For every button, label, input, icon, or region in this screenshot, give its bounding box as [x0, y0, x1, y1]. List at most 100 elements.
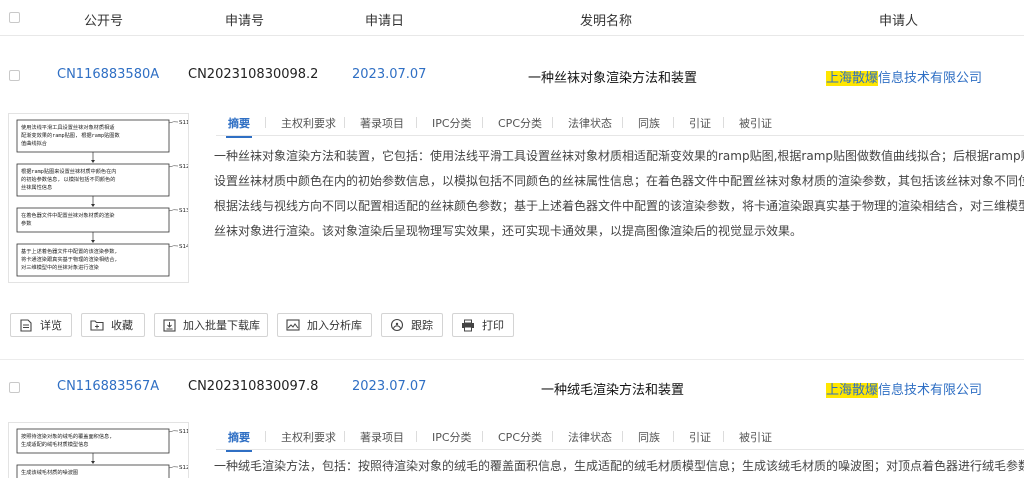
- app-date: 2023.07.07: [352, 379, 427, 394]
- printer-icon: [461, 318, 475, 332]
- flowchart-step-text: 生成适配的绒毛材质模型信息: [21, 440, 88, 448]
- abstract-line: 一种丝袜对象渲染方法和装置，它包括：使用法线平滑工具设置丝袜对象材质相适配渐变效…: [214, 149, 1024, 163]
- tab-separator: [344, 117, 345, 128]
- flowchart-drawing: 按照待渲染对象的绒毛的覆盖面积信息,生成适配的绒毛材质模型信息 S110 生成该绒毛…: [16, 428, 189, 478]
- applicant-rest: 信息技术有限公司: [878, 383, 983, 398]
- table-row: CN116883580A CN202310830098.2 2023.07.07…: [0, 36, 1024, 359]
- tab-separator: [673, 117, 674, 128]
- pub-no-link[interactable]: CN116883580A: [57, 67, 159, 82]
- column-header-pub-no[interactable]: 公开号: [84, 10, 123, 29]
- favorite-button[interactable]: 收藏: [81, 313, 145, 337]
- column-header-title[interactable]: 发明名称: [580, 10, 632, 29]
- flowchart-step-label: S110: [179, 120, 189, 126]
- pub-no-link[interactable]: CN116883567A: [57, 379, 159, 394]
- tab-separator: [482, 117, 483, 128]
- row-checkbox[interactable]: [9, 70, 20, 81]
- flowchart-step-text: 的初始参数信息, 以模拟包括不同颜色的: [21, 175, 115, 183]
- detail-tabs: 摘要 主权利要求 著录项目 IPC分类 CPC分类 法律状态 同族 引证 被引证: [216, 110, 1024, 138]
- folder-add-icon: [90, 318, 104, 332]
- tab-separator: [622, 431, 623, 442]
- flowchart-step-text: 生成该绒毛材质的噪波图: [21, 468, 78, 476]
- track-button[interactable]: 跟踪: [381, 313, 443, 337]
- tab-separator: [416, 117, 417, 128]
- invention-title[interactable]: 一种丝袜对象渲染方法和装置: [528, 67, 697, 86]
- column-header-applicant[interactable]: 申请人: [879, 10, 918, 29]
- tab-5[interactable]: 法律状态: [568, 115, 612, 131]
- app-date: 2023.07.07: [352, 67, 427, 82]
- document-icon: [19, 318, 33, 332]
- tab-4[interactable]: CPC分类: [498, 429, 542, 445]
- flowchart-step-label: S120: [179, 465, 189, 471]
- tab-3[interactable]: IPC分类: [432, 429, 472, 445]
- app-no: CN202310830098.2: [188, 67, 319, 82]
- image-icon: [286, 318, 300, 332]
- tab-8[interactable]: 被引证: [739, 115, 772, 131]
- download-icon: [163, 318, 176, 332]
- flowchart-step-text: 值曲线拟合: [21, 139, 48, 147]
- tab-separator: [265, 117, 266, 128]
- flowchart-thumbnail[interactable]: 使用法线平滑工具设置丝袜对象材质相适 配渐变效果的ramp贴图, 根据ramp贴图…: [8, 113, 189, 283]
- tab-separator: [723, 117, 724, 128]
- tab-8[interactable]: 被引证: [739, 429, 772, 445]
- tab-separator: [723, 431, 724, 442]
- column-header-app-date[interactable]: 申请日: [365, 10, 404, 29]
- flowchart-step-text: 在着色器文件中配置丝袜对象材质的渲染: [21, 211, 114, 219]
- flowchart-step-text: 参数: [21, 219, 32, 227]
- tab-separator: [416, 431, 417, 442]
- tab-0[interactable]: 摘要: [226, 115, 252, 138]
- flowchart-step-box: [16, 428, 170, 454]
- print-button[interactable]: 打印: [452, 313, 514, 337]
- add-analysis-button[interactable]: 加入分析库: [277, 313, 372, 337]
- flowchart-step-text: 将卡通渲染跟真实基于物理的渲染相结合,: [21, 255, 118, 263]
- tab-4[interactable]: CPC分类: [498, 115, 542, 131]
- batch-download-button[interactable]: 加入批量下载库: [154, 313, 268, 337]
- tab-separator: [622, 117, 623, 128]
- flowchart-thumbnail[interactable]: 按照待渲染对象的绒毛的覆盖面积信息,生成适配的绒毛材质模型信息 S110 生成该绒毛…: [8, 422, 189, 478]
- flowchart-step-text: 根据ramp贴图来设置丝袜材质中颜色在内: [21, 167, 117, 175]
- tab-5[interactable]: 法律状态: [568, 429, 612, 445]
- applicant-rest: 信息技术有限公司: [878, 71, 983, 86]
- tab-0[interactable]: 摘要: [226, 429, 252, 452]
- flowchart-step-text: 基于上述着色器文件中配置的该渲染参数,: [21, 247, 118, 255]
- tab-separator: [265, 431, 266, 442]
- abstract-line: 根据法线与视线方向不同以配置相适配的丝袜颜色参数；基于上述着色器文件中配置的该渲…: [214, 199, 1024, 213]
- flowchart-step-text: 对三维模型中的丝袜对象进行渲染: [21, 263, 99, 271]
- detail-button[interactable]: 详览: [10, 313, 72, 337]
- flowchart-drawing: 使用法线平滑工具设置丝袜对象材质相适配渐变效果的ramp贴图, 根据ramp贴图…: [16, 119, 189, 277]
- tab-1[interactable]: 主权利要求: [281, 429, 336, 445]
- invention-title[interactable]: 一种绒毛渲染方法和装置: [541, 379, 684, 398]
- abstract-text: 一种绒毛渲染方法，包括：按照待渲染对象的绒毛的覆盖面积信息，生成适配的绒毛材质模…: [214, 454, 1024, 478]
- applicant-link[interactable]: 上海散爆信息技术有限公司: [826, 67, 982, 86]
- tab-separator: [673, 431, 674, 442]
- abstract-text: 一种丝袜对象渲染方法和装置，它包括：使用法线平滑工具设置丝袜对象材质相适配渐变效…: [214, 144, 1024, 244]
- row-checkbox[interactable]: [9, 382, 20, 393]
- tab-7[interactable]: 引证: [689, 115, 711, 131]
- tab-1[interactable]: 主权利要求: [281, 115, 336, 131]
- detail-label: 详览: [40, 319, 62, 332]
- tab-2[interactable]: 著录项目: [360, 429, 404, 445]
- tab-6[interactable]: 同族: [638, 429, 660, 445]
- flowchart-step-label: S120: [179, 164, 189, 170]
- flowchart-step-label: S140: [179, 244, 189, 250]
- flowchart-step-text: 丝袜属性信息: [21, 183, 52, 191]
- applicant-highlight: 上海散爆: [826, 71, 879, 86]
- flowchart-step-text: 按照待渲染对象的绒毛的覆盖面积信息,: [21, 432, 112, 440]
- flowchart-step-label: S110: [179, 429, 189, 435]
- abstract-line: 设置丝袜材质中颜色在内的初始参数信息，以模拟包括不同颜色的丝袜属性信息；在着色器…: [214, 174, 1024, 188]
- tab-separator: [344, 431, 345, 442]
- tab-separator: [552, 117, 553, 128]
- column-header-app-no[interactable]: 申请号: [225, 10, 264, 29]
- flowchart-step-box: [16, 207, 170, 233]
- table-header: 公开号 申请号 申请日 发明名称 申请人: [0, 0, 1024, 36]
- applicant-link[interactable]: 上海散爆信息技术有限公司: [826, 379, 982, 398]
- tab-separator: [482, 431, 483, 442]
- tab-separator: [552, 431, 553, 442]
- tab-6[interactable]: 同族: [638, 115, 660, 131]
- tab-2[interactable]: 著录项目: [360, 115, 404, 131]
- abstract-line: 一种绒毛渲染方法，包括：按照待渲染对象的绒毛的覆盖面积信息，生成适配的绒毛材质模…: [214, 459, 1024, 473]
- tab-7[interactable]: 引证: [689, 429, 711, 445]
- table-row: CN116883567A CN202310830097.8 2023.07.07…: [0, 360, 1024, 478]
- tab-3[interactable]: IPC分类: [432, 115, 472, 131]
- flowchart-step-label: S130: [179, 208, 189, 214]
- select-all-checkbox[interactable]: [9, 12, 20, 23]
